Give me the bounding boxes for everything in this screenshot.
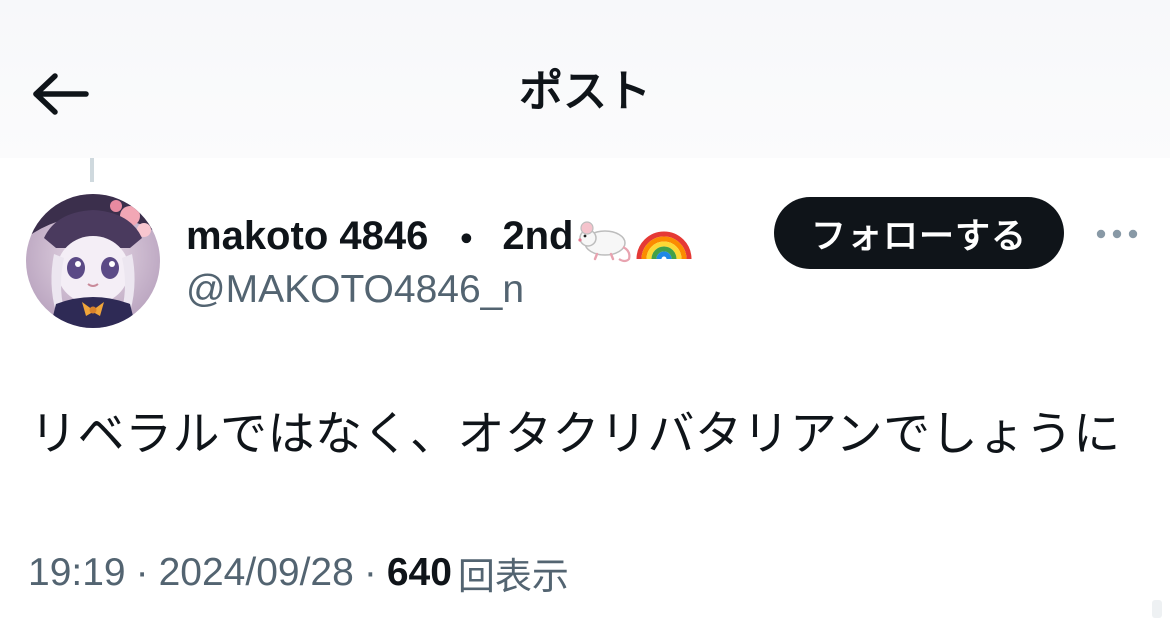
avatar[interactable]: [26, 194, 160, 328]
thread-connector-line: [90, 158, 94, 182]
avatar-image: [26, 194, 160, 328]
page-title: ポスト: [519, 67, 651, 116]
follow-button[interactable]: フォローする: [774, 197, 1064, 269]
meta-separator: ·: [135, 551, 149, 594]
arrow-left-icon: [33, 73, 89, 115]
rainbow-emoji-icon: [636, 231, 692, 260]
more-options-button[interactable]: [1090, 212, 1144, 256]
post-date[interactable]: 2024/09/28: [159, 551, 354, 595]
top-bar: ポスト: [0, 0, 1170, 158]
post-text: リベラルではなく、オタクリバタリアンでしょうに: [30, 407, 1121, 460]
post-time[interactable]: 19:19: [28, 551, 126, 595]
mouse-emoji-icon: [578, 221, 631, 263]
author-name-row[interactable]: makoto 4846 ・ 2nd: [186, 204, 693, 268]
display-name: makoto 4846: [186, 213, 429, 258]
scroll-indicator: [1152, 600, 1162, 618]
more-horizontal-icon: [1096, 229, 1138, 239]
name-separator: ・: [446, 218, 487, 262]
post-detail-page: ポスト makoto 4846 ・ 2nd @MAKOTO4846_n フォロー…: [0, 0, 1170, 621]
view-count: 640: [386, 551, 452, 594]
views-label: 回表示: [457, 556, 569, 597]
post-meta: 19:19 · 2024/09/28 · 640 回表示: [28, 545, 569, 601]
user-handle[interactable]: @MAKOTO4846_n: [186, 262, 524, 318]
connection-degree: 2nd: [502, 213, 574, 258]
back-button[interactable]: [22, 60, 102, 128]
meta-separator: ·: [363, 551, 377, 594]
